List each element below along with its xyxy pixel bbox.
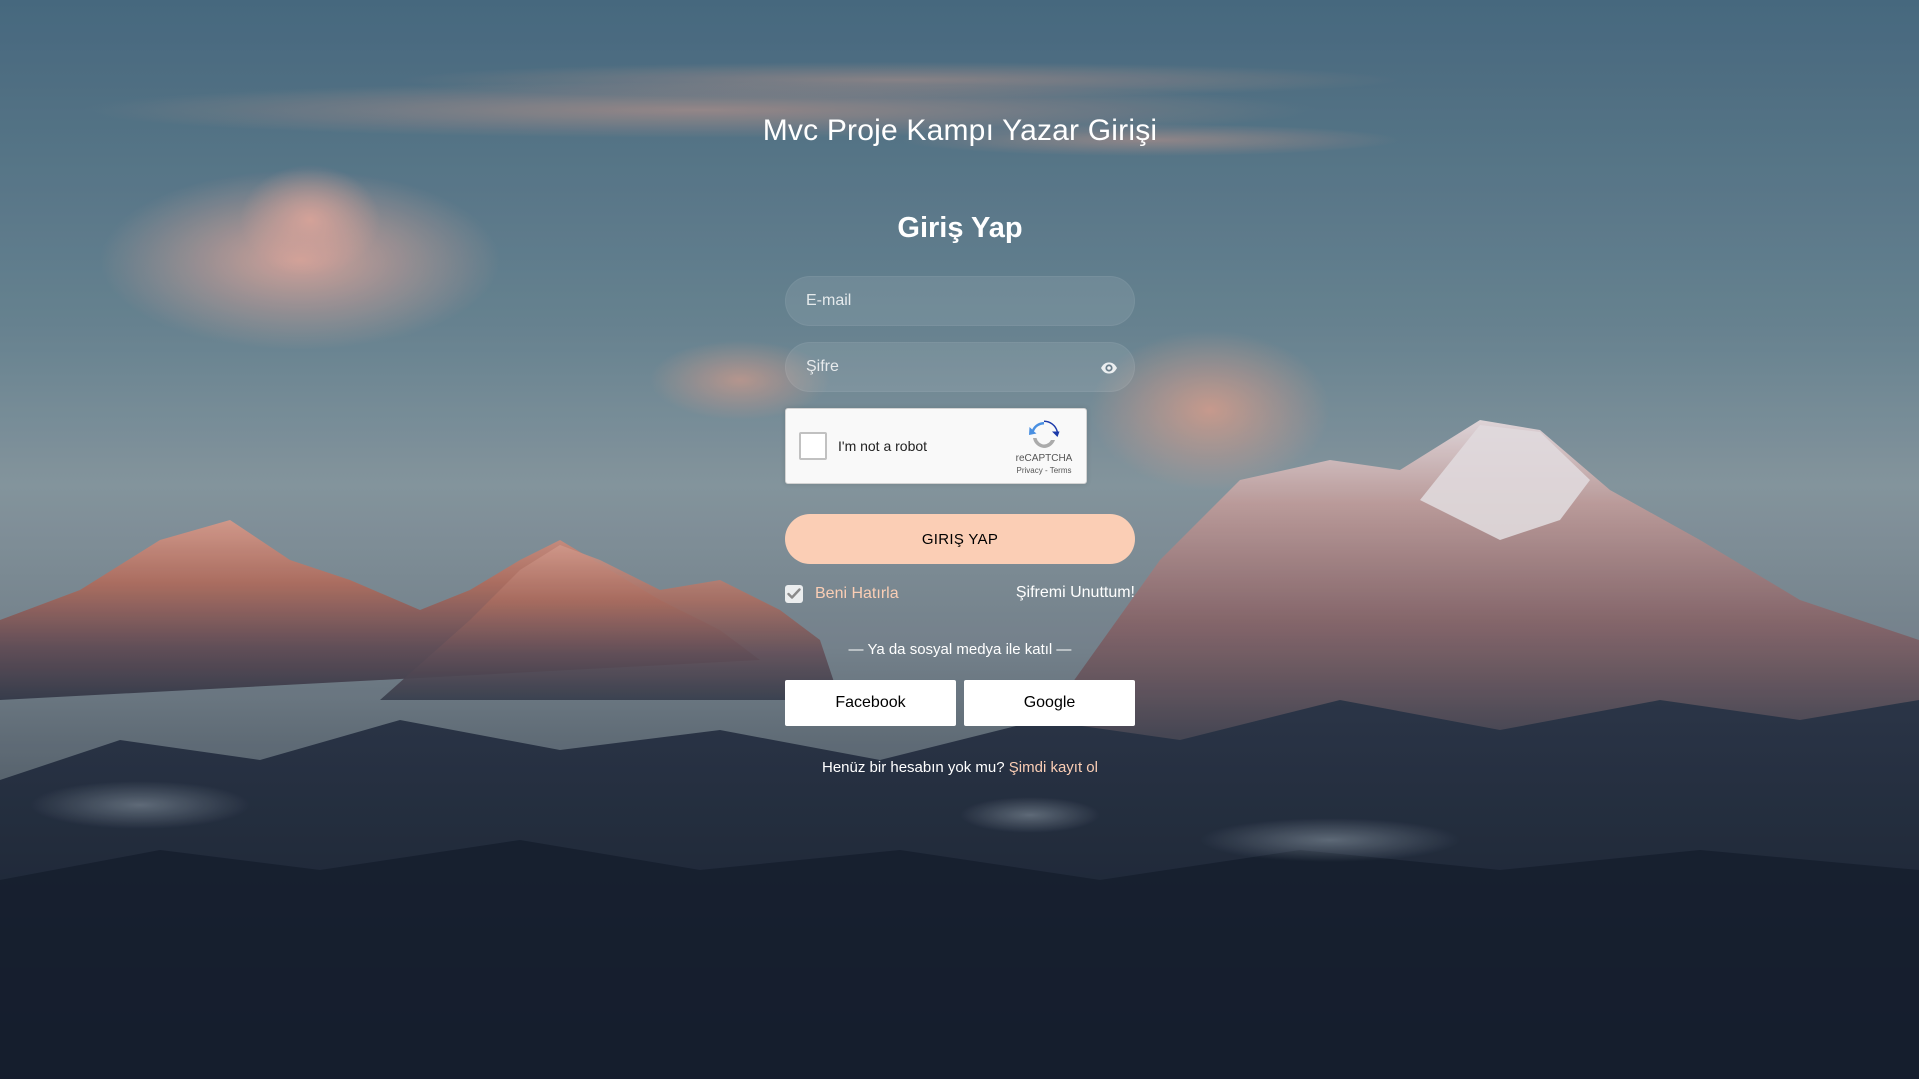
password-field: [785, 342, 1135, 392]
recaptcha-widget: I'm not a robot reCAPTCHA Privacy - Term…: [785, 408, 1087, 484]
recaptcha-privacy-link[interactable]: Privacy: [1017, 466, 1043, 475]
signup-prompt: Henüz bir hesabın yok mu? Şimdi kayıt ol: [755, 759, 1165, 776]
login-heading: Giriş Yap: [897, 212, 1023, 244]
email-field: [785, 276, 1135, 326]
recaptcha-icon: [1029, 420, 1060, 448]
email-input[interactable]: [786, 277, 1134, 325]
password-input[interactable]: [786, 343, 1134, 391]
google-login-button[interactable]: Google: [964, 680, 1135, 726]
recaptcha-links: Privacy - Terms: [1014, 466, 1074, 475]
recaptcha-label: I'm not a robot: [838, 438, 928, 454]
login-submit-button[interactable]: GIRIŞ YAP: [785, 514, 1135, 564]
recaptcha-logo: reCAPTCHA Privacy - Terms: [1014, 419, 1074, 475]
site-title: Mvc Proje Kampı Yazar Girişi: [762, 114, 1158, 147]
recaptcha-terms-link[interactable]: Terms: [1050, 466, 1072, 475]
signup-prompt-text: Henüz bir hesabın yok mu?: [822, 759, 1009, 776]
signup-link[interactable]: Şimdi kayıt ol: [1009, 759, 1098, 776]
recaptcha-link-separator: -: [1042, 466, 1050, 475]
recaptcha-checkbox[interactable]: [799, 432, 827, 460]
facebook-login-button[interactable]: Facebook: [785, 680, 956, 726]
remember-me-option[interactable]: Beni Hatırla: [785, 583, 899, 605]
checkmark-icon: [787, 588, 801, 599]
eye-icon[interactable]: [1100, 360, 1118, 376]
social-divider-text: — Ya da sosyal medya ile katıl —: [848, 641, 1072, 658]
recaptcha-brand: reCAPTCHA: [1015, 453, 1073, 464]
remember-me-checkbox[interactable]: [785, 585, 803, 603]
remember-me-label: Beni Hatırla: [815, 585, 899, 602]
forgot-password-link[interactable]: Şifremi Unuttum!: [1016, 584, 1135, 602]
